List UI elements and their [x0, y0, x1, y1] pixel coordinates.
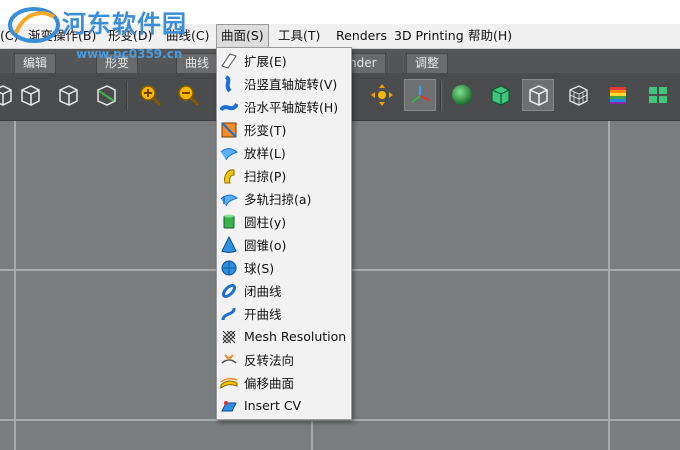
flip-normal-icon: [220, 351, 238, 369]
menu-item-offset-surface[interactable]: 偏移曲面: [217, 371, 351, 394]
menu-item-loft[interactable]: 放样(L): [217, 141, 351, 164]
zoom-out-icon[interactable]: [172, 79, 204, 111]
menu-item-cylinder[interactable]: 圆柱(y): [217, 210, 351, 233]
toolbar-separator: [126, 81, 128, 111]
menu-tools[interactable]: 工具(T): [274, 24, 324, 48]
menu-help[interactable]: 帮助(H): [464, 24, 516, 48]
cube-wire-2-icon[interactable]: [52, 79, 84, 111]
cube-colored-icon[interactable]: [602, 79, 634, 111]
sphere-icon[interactable]: [446, 79, 478, 111]
open-curve-icon: [220, 305, 238, 323]
menu-item-label: 偏移曲面: [244, 376, 295, 391]
menu-item-label: Insert CV: [244, 398, 302, 413]
cube-outline-icon[interactable]: [522, 79, 554, 111]
menu-item-label: 沿水平轴旋转(H): [244, 100, 339, 115]
menu-bar: (C) 渐变操作(B) 形变(D) 曲线(C) 曲面(S) 工具(T) Rend…: [0, 24, 680, 49]
revolve-horizontal-icon: [220, 98, 238, 116]
menu-item-sphere[interactable]: 球(S): [217, 256, 351, 279]
surface-menu-dropdown: 扩展(E) 沿竖直轴旋转(V) 沿水平轴旋转(H) 形变(T) 放样(L) 扫掠…: [216, 47, 352, 420]
menu-item-revolve-vertical[interactable]: 沿竖直轴旋转(V): [217, 72, 351, 95]
menu-renders[interactable]: Renders: [332, 24, 391, 48]
multi-sweep-icon: [220, 190, 238, 208]
menu-item-sweep[interactable]: 扫掠(P): [217, 164, 351, 187]
menu-item-multi-sweep[interactable]: 多轨扫掠(a): [217, 187, 351, 210]
menu-item-label: 闭曲线: [244, 284, 282, 299]
menu-file[interactable]: (C): [0, 24, 22, 48]
closed-curve-icon: [220, 282, 238, 300]
extend-icon: [220, 52, 238, 70]
menu-gradient-ops[interactable]: 渐变操作(B): [24, 24, 100, 48]
cone-icon: [220, 235, 238, 254]
menu-item-closed-curve[interactable]: 闭曲线: [217, 279, 351, 302]
zoom-in-icon[interactable]: [134, 79, 166, 111]
sphere-icon: [220, 259, 238, 277]
menu-item-label: 形变(T): [244, 123, 287, 138]
menu-item-label: 圆锥(o): [244, 238, 287, 253]
menu-item-label: 圆柱(y): [244, 215, 287, 230]
menu-item-cone[interactable]: 圆锥(o): [217, 233, 351, 256]
menu-surfaces[interactable]: 曲面(S): [216, 24, 269, 48]
menu-item-label: 放样(L): [244, 146, 286, 161]
cube-mesh-icon[interactable]: [562, 79, 594, 111]
loft-icon: [220, 144, 238, 162]
sweep-icon: [220, 167, 238, 185]
move-icon[interactable]: [366, 79, 398, 111]
menu-item-label: 开曲线: [244, 307, 282, 322]
menu-item-label: 沿竖直轴旋转(V): [244, 77, 338, 92]
toolbar-separator: [440, 81, 442, 111]
menu-item-label: 反转法向: [244, 353, 295, 368]
deform-icon: [220, 121, 238, 139]
menu-item-revolve-horizontal[interactable]: 沿水平轴旋转(H): [217, 95, 351, 118]
menu-item-label: 球(S): [244, 261, 275, 276]
menu-item-open-curve[interactable]: 开曲线: [217, 302, 351, 325]
menu-3d-printing[interactable]: 3D Printing: [390, 24, 468, 48]
menu-deform[interactable]: 形变(D): [104, 24, 156, 48]
menu-item-mesh-resolution[interactable]: Mesh Resolution: [217, 325, 351, 348]
axis-icon[interactable]: [404, 79, 436, 111]
insert-cv-icon: [220, 397, 238, 415]
tab-edit[interactable]: 编辑: [14, 53, 57, 73]
grid-line: [608, 121, 610, 450]
menu-item-label: 扫掠(P): [244, 169, 287, 184]
offset-surface-icon: [220, 374, 238, 392]
menu-item-label: 多轨扫掠(a): [244, 192, 312, 207]
cylinder-icon: [220, 213, 238, 231]
grid-line: [14, 121, 16, 450]
four-view-icon[interactable]: [642, 79, 674, 111]
cube-select-icon[interactable]: [90, 79, 122, 111]
menu-curves[interactable]: 曲线(C): [162, 24, 213, 48]
menu-item-deform[interactable]: 形变(T): [217, 118, 351, 141]
tab-adjust[interactable]: 调整: [406, 53, 449, 73]
mesh-resolution-icon: [220, 328, 238, 346]
menu-item-label: 扩展(E): [244, 54, 287, 69]
menu-item-insert-cv[interactable]: Insert CV: [217, 394, 351, 417]
tab-curves[interactable]: 曲线: [176, 53, 219, 73]
title-bar: [0, 0, 680, 24]
cube-solid-icon[interactable]: [484, 79, 516, 111]
menu-item-extend[interactable]: 扩展(E): [217, 49, 351, 72]
cube-wire-icon[interactable]: [14, 79, 46, 111]
revolve-vertical-icon: [220, 74, 238, 93]
menu-item-flip-normal[interactable]: 反转法向: [217, 348, 351, 371]
menu-item-label: Mesh Resolution: [244, 329, 347, 344]
tab-deform[interactable]: 形变: [96, 53, 139, 73]
